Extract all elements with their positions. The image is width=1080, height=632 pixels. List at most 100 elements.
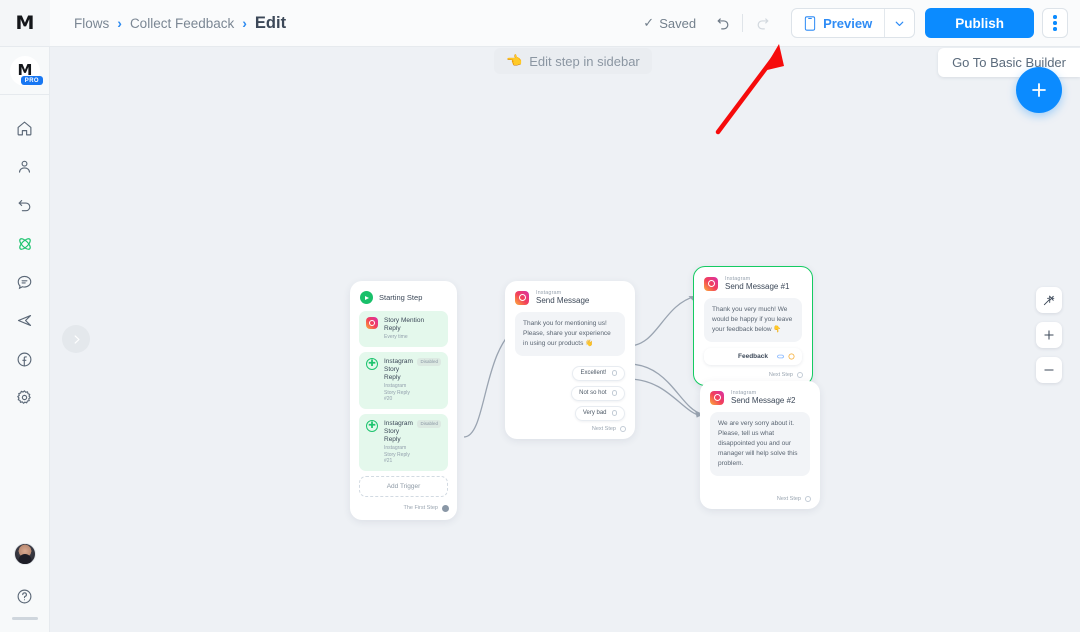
- question-mark-icon: [17, 589, 32, 603]
- trigger-item[interactable]: ✚ Instagram Story Reply Instagram Story …: [359, 413, 448, 471]
- sidebar-item-contacts[interactable]: [0, 148, 50, 187]
- flow-canvas[interactable]: 👈 Edit step in sidebar Go To Basic Build…: [50, 47, 1080, 632]
- sidebar-nav: [0, 109, 50, 417]
- magic-wand-icon: [1043, 295, 1055, 306]
- output-port[interactable]: [797, 371, 803, 378]
- preview-button[interactable]: Preview: [792, 9, 884, 37]
- add-step-button[interactable]: [1016, 67, 1062, 113]
- undo-arrow-icon: [18, 199, 31, 212]
- node-header: Instagram Send Message: [505, 281, 635, 310]
- more-options-button[interactable]: [1042, 8, 1068, 38]
- quick-reply-item[interactable]: Not so hot: [571, 385, 625, 401]
- plus-icon: [1032, 83, 1046, 97]
- brand-logo[interactable]: M: [0, 0, 50, 47]
- trigger-name: Instagram Story Reply: [384, 357, 413, 381]
- chevron-right-icon: ›: [242, 15, 247, 31]
- instagram-icon: [515, 290, 529, 305]
- chevron-down-icon: [895, 21, 904, 26]
- sidebar-item-live-chat[interactable]: [0, 263, 50, 302]
- sidebar-item-help[interactable]: [0, 583, 50, 609]
- logo-mark: M: [15, 11, 35, 34]
- zoom-out-button[interactable]: [1036, 357, 1062, 383]
- edit-step-hint-label: Edit step in sidebar: [529, 53, 640, 69]
- undo-button[interactable]: [708, 8, 738, 38]
- auto-layout-button[interactable]: [1036, 287, 1062, 313]
- sidebar-item-flows[interactable]: [0, 225, 50, 264]
- trigger-item[interactable]: ✚ Instagram Story Reply Instagram Story …: [359, 351, 448, 409]
- flow-atom-icon: [18, 237, 31, 250]
- trigger-text: Instagram Story Reply Instagram Story Re…: [384, 357, 413, 403]
- output-port[interactable]: [611, 410, 617, 416]
- more-options-icon: [1053, 27, 1057, 31]
- edit-step-hint: 👈 Edit step in sidebar: [494, 48, 652, 74]
- sidebar-item-home[interactable]: [0, 109, 50, 148]
- user-icon: [18, 160, 31, 173]
- node-header-text: Instagram Send Message #1: [725, 276, 790, 292]
- sidebar-item-automation[interactable]: [0, 186, 50, 225]
- node-send-message-2[interactable]: Instagram Send Message #2 We are very so…: [700, 381, 820, 509]
- page-title: Edit: [254, 13, 287, 32]
- node-footer: The First Step: [350, 504, 457, 520]
- trigger-meta: Instagram Story Reply #21: [384, 445, 410, 464]
- node-send-message[interactable]: Instagram Send Message Thank you for men…: [505, 281, 635, 439]
- node-starting-step[interactable]: Starting Step Story Mention Reply Every …: [350, 281, 457, 520]
- play-circle-icon: [360, 291, 373, 304]
- edge-verybad-to-message2: [627, 378, 703, 417]
- undo-icon: [717, 17, 728, 29]
- sidebar-item-broadcast[interactable]: [0, 302, 50, 341]
- node-title: Send Message #2: [731, 396, 796, 406]
- zoom-in-button[interactable]: [1036, 322, 1062, 348]
- redo-button[interactable]: [747, 8, 777, 38]
- sidebar-item-facebook[interactable]: [0, 340, 50, 379]
- node-title: Send Message #1: [725, 282, 790, 292]
- trigger-item[interactable]: Story Mention Reply Every time: [359, 311, 448, 347]
- instagram-story-icon: ✚: [366, 419, 378, 432]
- node-title: Send Message: [536, 296, 590, 306]
- output-port[interactable]: [805, 495, 811, 502]
- node-header-text: Instagram Send Message #2: [731, 390, 796, 406]
- trigger-name: Story Mention Reply: [384, 317, 425, 333]
- chevron-right-icon: [74, 334, 80, 344]
- link-icon: [777, 354, 784, 358]
- chat-bubble-icon: [17, 275, 32, 289]
- avatar[interactable]: [13, 543, 36, 565]
- output-port[interactable]: [611, 370, 617, 376]
- message-button[interactable]: Feedback: [704, 347, 802, 365]
- publish-button[interactable]: Publish: [925, 8, 1034, 38]
- breadcrumb-item-flows[interactable]: Flows: [74, 16, 109, 31]
- workspace-logo-pro[interactable]: M PRO: [0, 47, 50, 95]
- quick-reply-label: Not so hot: [579, 390, 607, 397]
- trigger-text: Instagram Story Reply Instagram Story Re…: [384, 420, 413, 465]
- go-to-basic-builder-button[interactable]: Go To Basic Builder: [938, 48, 1080, 77]
- quick-reply-item[interactable]: Very bad: [574, 405, 625, 421]
- node-header: Instagram Send Message #2: [700, 381, 820, 410]
- edge-excellent-to-message1: [627, 295, 697, 347]
- send-paper-plane-icon: [17, 315, 32, 327]
- node-send-message-1[interactable]: Instagram Send Message #1 Thank you very…: [693, 266, 813, 386]
- preview-dropdown-button[interactable]: [884, 9, 914, 37]
- trigger-meta: Instagram Story Reply #20: [384, 383, 410, 403]
- check-icon: ✓: [643, 15, 655, 30]
- output-port[interactable]: [611, 390, 617, 396]
- top-toolbar: Flows › Collect Feedback › Edit ✓ Saved: [50, 0, 1080, 47]
- status-badge: Disabled: [417, 357, 441, 366]
- sidebar-item-settings[interactable]: [0, 379, 50, 418]
- add-trigger-button[interactable]: Add Trigger: [359, 475, 448, 497]
- breadcrumb: Flows › Collect Feedback › Edit: [74, 14, 286, 33]
- node-footer-label: Next Step: [768, 371, 793, 378]
- pro-badge: PRO: [21, 76, 43, 85]
- collapse-panel-button[interactable]: [62, 325, 90, 353]
- message-text: Thank you very much! We would be happy i…: [704, 297, 802, 342]
- output-port[interactable]: [620, 425, 626, 432]
- chevron-right-icon: ›: [117, 15, 122, 31]
- breadcrumb-item-collect-feedback[interactable]: Collect Feedback: [130, 16, 234, 31]
- instagram-icon: [366, 317, 378, 329]
- trigger-text: Story Mention Reply Every time: [384, 317, 441, 341]
- quick-reply-label: Excellent!: [580, 370, 607, 377]
- quick-reply-item[interactable]: Excellent!: [572, 365, 625, 381]
- output-port[interactable]: [442, 504, 449, 512]
- message-text: Thank you for mentioning us! Please, sha…: [515, 311, 625, 356]
- facebook-icon: [17, 352, 32, 367]
- node-footer-label: Next Step: [776, 495, 801, 502]
- instagram-icon: [704, 276, 718, 291]
